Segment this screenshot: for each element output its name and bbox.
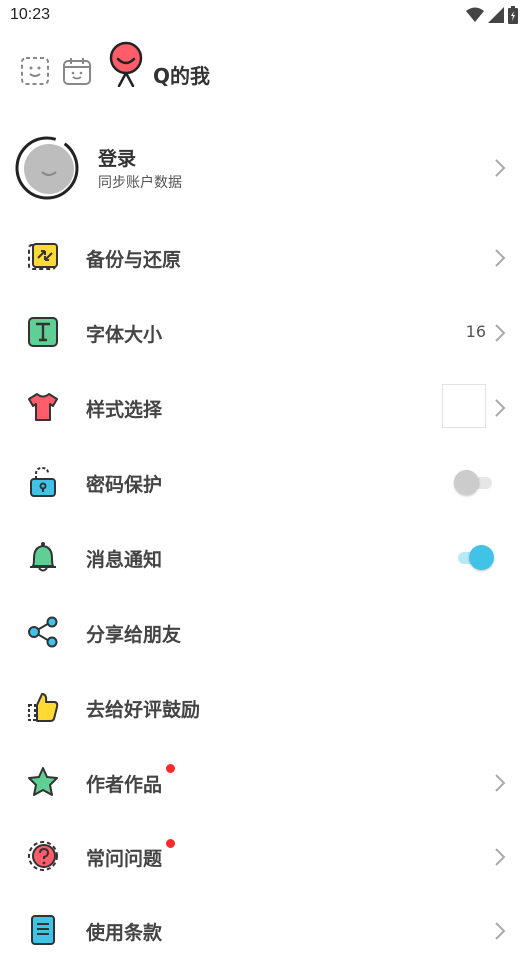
note-face-icon[interactable]: [20, 56, 50, 86]
question-icon: [28, 841, 58, 871]
menu-item-label: 作者作品: [86, 774, 163, 796]
notifications-toggle[interactable]: [454, 544, 494, 570]
lock-icon: [30, 466, 56, 497]
bell-icon: [30, 542, 56, 572]
menu-item-label: 密码保护: [86, 474, 163, 496]
menu-item-backup[interactable]: 备份与还原: [0, 226, 528, 288]
menu-item-label: 常问问题: [86, 848, 163, 870]
share-icon: [28, 616, 58, 648]
status-time: 10:23: [10, 6, 51, 23]
style-preview-box[interactable]: [442, 384, 486, 428]
new-badge-dot: [166, 764, 175, 773]
star-icon: [28, 767, 58, 796]
thumbs-up-icon: [28, 693, 59, 722]
font-size-icon: [28, 317, 58, 347]
login-row[interactable]: 登录 同步账户数据: [0, 128, 528, 208]
page-title: Q的我: [153, 64, 211, 88]
menu-item-label: 样式选择: [86, 399, 163, 421]
chevron-right-icon: [495, 399, 506, 417]
menu-item-terms[interactable]: 使用条款: [0, 899, 528, 961]
document-icon: [31, 915, 55, 945]
font-size-value: 16: [465, 322, 486, 341]
menu-item-font-size[interactable]: 字体大小 16: [0, 301, 528, 363]
backup-restore-icon: [28, 243, 58, 270]
wifi-icon: [466, 7, 484, 22]
tshirt-icon: [28, 393, 58, 421]
password-toggle[interactable]: [454, 469, 494, 495]
menu-item-label: 使用条款: [86, 922, 163, 944]
menu-item-label: 分享给朋友: [86, 624, 182, 646]
menu-item-faq[interactable]: 常问问题: [0, 825, 528, 887]
battery-icon: [508, 6, 518, 24]
me-character-icon[interactable]: [106, 41, 146, 87]
signal-icon: [488, 7, 504, 23]
status-icons: [466, 6, 518, 24]
login-title: 登录: [98, 148, 137, 170]
menu-item-rate[interactable]: 去给好评鼓励: [0, 676, 528, 738]
menu-item-label: 消息通知: [86, 549, 163, 571]
new-badge-dot: [166, 839, 175, 848]
chevron-right-icon: [495, 774, 506, 792]
chevron-right-icon: [495, 159, 506, 177]
status-bar: 10:23: [0, 0, 528, 32]
menu-item-label: 去给好评鼓励: [86, 699, 201, 721]
chevron-right-icon: [495, 922, 506, 940]
toggle-knob: [469, 545, 494, 570]
menu-item-style[interactable]: 样式选择: [0, 376, 528, 438]
chevron-right-icon: [495, 848, 506, 866]
menu-item-author-works[interactable]: 作者作品: [0, 751, 528, 813]
menu-item-label: 备份与还原: [86, 249, 182, 271]
login-subtitle: 同步账户数据: [98, 175, 182, 191]
toggle-knob: [454, 470, 479, 495]
chevron-right-icon: [495, 324, 506, 342]
menu-item-notifications[interactable]: 消息通知: [0, 526, 528, 588]
calendar-icon[interactable]: [62, 56, 92, 86]
avatar[interactable]: [15, 136, 79, 200]
top-bar: Q的我: [0, 38, 528, 98]
menu-item-label: 字体大小: [86, 324, 163, 346]
menu-item-share[interactable]: 分享给朋友: [0, 601, 528, 663]
menu-item-password[interactable]: 密码保护: [0, 451, 528, 513]
chevron-right-icon: [495, 249, 506, 267]
